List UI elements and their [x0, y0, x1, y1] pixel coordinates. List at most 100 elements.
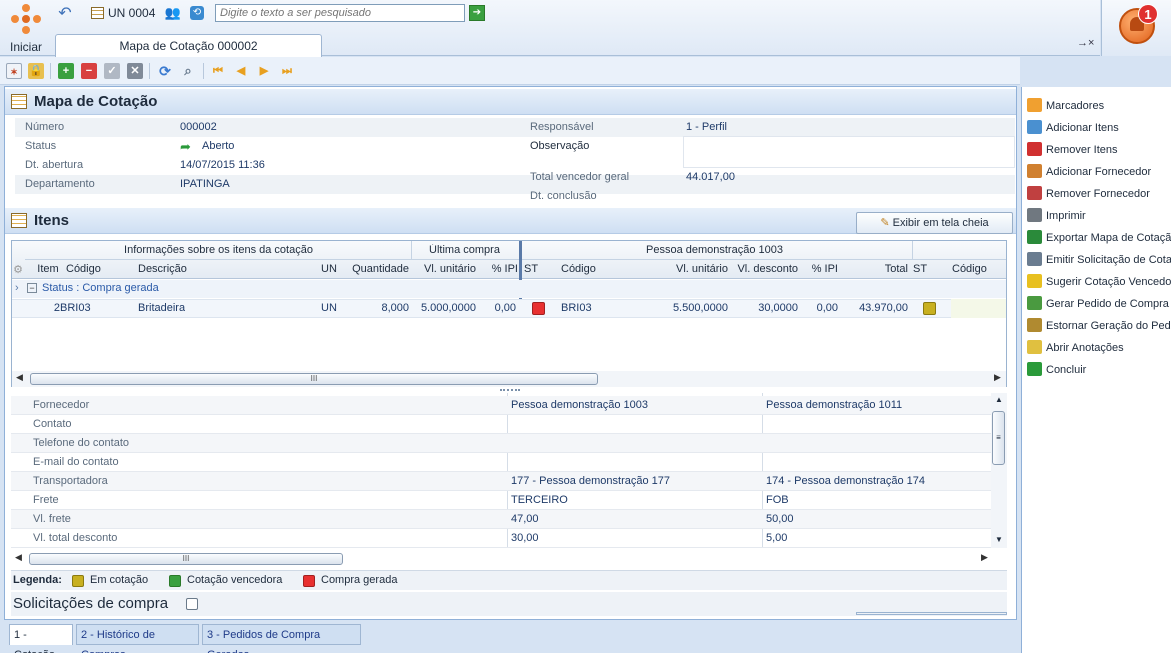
band-header-supplier-1003: Pessoa demonstração 1003	[646, 244, 783, 256]
scroll-thumb[interactable]: III	[30, 373, 598, 385]
last-record-icon[interactable]: ⏭	[279, 63, 295, 79]
col-ult-ipi[interactable]: % IPI	[478, 263, 518, 275]
users-icon[interactable]: 👥	[164, 4, 182, 22]
supplier-row: Vl. frete 47,00 50,00	[11, 510, 991, 529]
scroll-thumb-vertical[interactable]: ≡	[992, 411, 1005, 465]
field-value-status[interactable]: Aberto	[202, 140, 234, 152]
field-value-total-vencedor[interactable]: 44.017,00	[686, 171, 735, 183]
group-label: Status : Compra gerada	[42, 282, 159, 294]
page-title: Mapa de Cotação	[34, 93, 158, 110]
side-action-label: Estornar Geração do Pedido	[1046, 320, 1171, 332]
side-action-item[interactable]: Emitir Solicitação de Cotação	[1027, 250, 1171, 270]
tab-mapa-de-cotacao[interactable]: Mapa de Cotação 000002	[55, 34, 322, 57]
search-input[interactable]	[215, 4, 465, 22]
field-value-departamento[interactable]: IPATINGA	[180, 178, 230, 190]
col-p-vl-desconto[interactable]: Vl. desconto	[730, 263, 798, 275]
supplier-1011-value[interactable]: 174 - Pessoa demonstração 174	[766, 475, 925, 487]
side-action-item[interactable]: Marcadores	[1027, 96, 1171, 116]
side-action-item[interactable]: Adicionar Itens	[1027, 118, 1171, 138]
search-go-button[interactable]: ➔	[469, 5, 485, 21]
scroll-left-icon-2[interactable]: ◀	[15, 552, 22, 563]
previous-record-icon[interactable]: ◀	[233, 63, 249, 79]
col-item[interactable]: Item	[32, 263, 64, 275]
col-quantidade[interactable]: Quantidade	[344, 263, 409, 275]
requests-checkbox[interactable]	[186, 598, 198, 610]
col-p-codigo[interactable]: Código	[561, 263, 651, 275]
supplier-1003-value[interactable]: 47,00	[511, 513, 539, 525]
supplier-1011-value[interactable]: Pessoa demonstração 1011	[766, 399, 902, 411]
col-descricao[interactable]: Descrição	[138, 263, 318, 275]
column-chooser-icon[interactable]: ⚙	[12, 263, 24, 276]
splitter-grip[interactable]	[500, 389, 520, 392]
scroll-right-icon-2[interactable]: ▶	[981, 552, 988, 563]
start-button[interactable]: Iniciar	[4, 2, 48, 54]
tab-pin-close-icon[interactable]: →×	[1077, 37, 1094, 49]
col-p-total[interactable]: Total	[842, 263, 908, 275]
field-label-status: Status	[25, 140, 57, 152]
col-codigo[interactable]: Código	[66, 263, 136, 275]
tab-pedidos-gerados[interactable]: 3 - Pedidos de Compra Gerados	[202, 624, 361, 653]
tab-historico-compras[interactable]: 2 - Histórico de Compras	[76, 624, 199, 653]
supplier-1011-value[interactable]: 50,00	[766, 513, 794, 525]
remove-icon[interactable]: −	[81, 63, 97, 79]
unit-label[interactable]: UN 0004	[108, 6, 155, 20]
observacao-field[interactable]	[683, 136, 1015, 168]
supplier-row: Telefone do contato	[11, 434, 991, 453]
field-value-dt-abertura[interactable]: 14/07/2015 11:36	[180, 159, 265, 171]
supplier-1003-value[interactable]: 30,00	[511, 532, 539, 544]
supplier-hscrollbar[interactable]: ◀ III ▶	[11, 551, 1007, 567]
supplier-1011-value[interactable]: FOB	[766, 494, 789, 506]
fullscreen-button[interactable]: ✎ Exibir em tela cheia	[856, 212, 1013, 234]
side-action-item[interactable]: Exportar Mapa de Cotação	[1027, 228, 1171, 248]
col-p-ipi[interactable]: % IPI	[800, 263, 838, 275]
col-codigo2[interactable]: Código	[952, 263, 1006, 275]
col-p-vl-unitario[interactable]: Vl. unitário	[662, 263, 728, 275]
col-st2[interactable]: ST	[913, 263, 943, 275]
col-un[interactable]: UN	[321, 263, 343, 275]
side-action-item[interactable]: Estornar Geração do Pedido	[1027, 316, 1171, 336]
side-action-item[interactable]: Remover Itens	[1027, 140, 1171, 160]
lock-icon[interactable]: 🔒	[28, 63, 44, 79]
undo-icon[interactable]: ↶	[56, 4, 74, 22]
scroll-down-icon[interactable]: ▼	[995, 535, 1003, 544]
new-record-icon[interactable]: ✶	[6, 63, 22, 79]
side-action-item[interactable]: Adicionar Fornecedor	[1027, 162, 1171, 182]
group-row[interactable]	[12, 280, 1006, 298]
status-arrow-icon: ➦	[180, 139, 191, 154]
group-collapse-icon[interactable]: −	[27, 283, 37, 293]
side-action-item[interactable]: Gerar Pedido de Compra	[1027, 294, 1171, 314]
side-action-item[interactable]: Abrir Anotações	[1027, 338, 1171, 358]
supplier-row-label: Fornecedor	[33, 399, 90, 411]
supplier-1011-value[interactable]: 5,00	[766, 532, 787, 544]
cell-un: UN	[321, 302, 337, 314]
cancel-icon[interactable]: ✕	[127, 63, 143, 79]
add-icon[interactable]: +	[58, 63, 74, 79]
scroll-thumb-2[interactable]: III	[29, 553, 343, 565]
next-record-icon[interactable]: ▶	[256, 63, 272, 79]
supplier-vscrollbar[interactable]: ▲ ≡ ▼	[991, 393, 1007, 548]
requests-resize-grip[interactable]	[856, 612, 1007, 615]
confirm-icon[interactable]: ✓	[104, 63, 120, 79]
side-action-item[interactable]: Imprimir	[1027, 206, 1171, 226]
first-record-icon[interactable]: ⏮	[210, 63, 226, 79]
col-ult-vl-unitario[interactable]: Vl. unitário	[412, 263, 476, 275]
unit-table-icon[interactable]	[88, 4, 106, 22]
scroll-up-icon[interactable]: ▲	[995, 395, 1003, 404]
supplier-1003-value[interactable]: TERCEIRO	[511, 494, 568, 506]
preview-icon[interactable]: ⌕	[180, 63, 196, 79]
scroll-right-icon[interactable]: ▶	[994, 372, 1001, 383]
supplier-1003-value[interactable]: 177 - Pessoa demonstração 177	[511, 475, 670, 487]
side-action-item[interactable]: Concluir	[1027, 360, 1171, 380]
sync-icon[interactable]: ⟲	[188, 4, 206, 22]
field-value-numero[interactable]: 000002	[180, 121, 217, 133]
refresh-icon[interactable]: ⟳	[157, 63, 173, 79]
col-st[interactable]: ST	[522, 263, 552, 275]
cell-p-ipi: 0,00	[816, 302, 838, 314]
scroll-left-icon[interactable]: ◀	[16, 372, 23, 383]
supplier-1003-value[interactable]: Pessoa demonstração 1003	[511, 399, 648, 411]
items-hscrollbar[interactable]: ◀ III ▶	[12, 371, 1006, 387]
tab-cotacao[interactable]: 1 - Cotação	[9, 624, 73, 653]
field-value-responsavel[interactable]: 1 - Perfil	[686, 121, 727, 133]
side-action-item[interactable]: Remover Fornecedor	[1027, 184, 1171, 204]
side-action-item[interactable]: Sugerir Cotação Vencedora	[1027, 272, 1171, 292]
